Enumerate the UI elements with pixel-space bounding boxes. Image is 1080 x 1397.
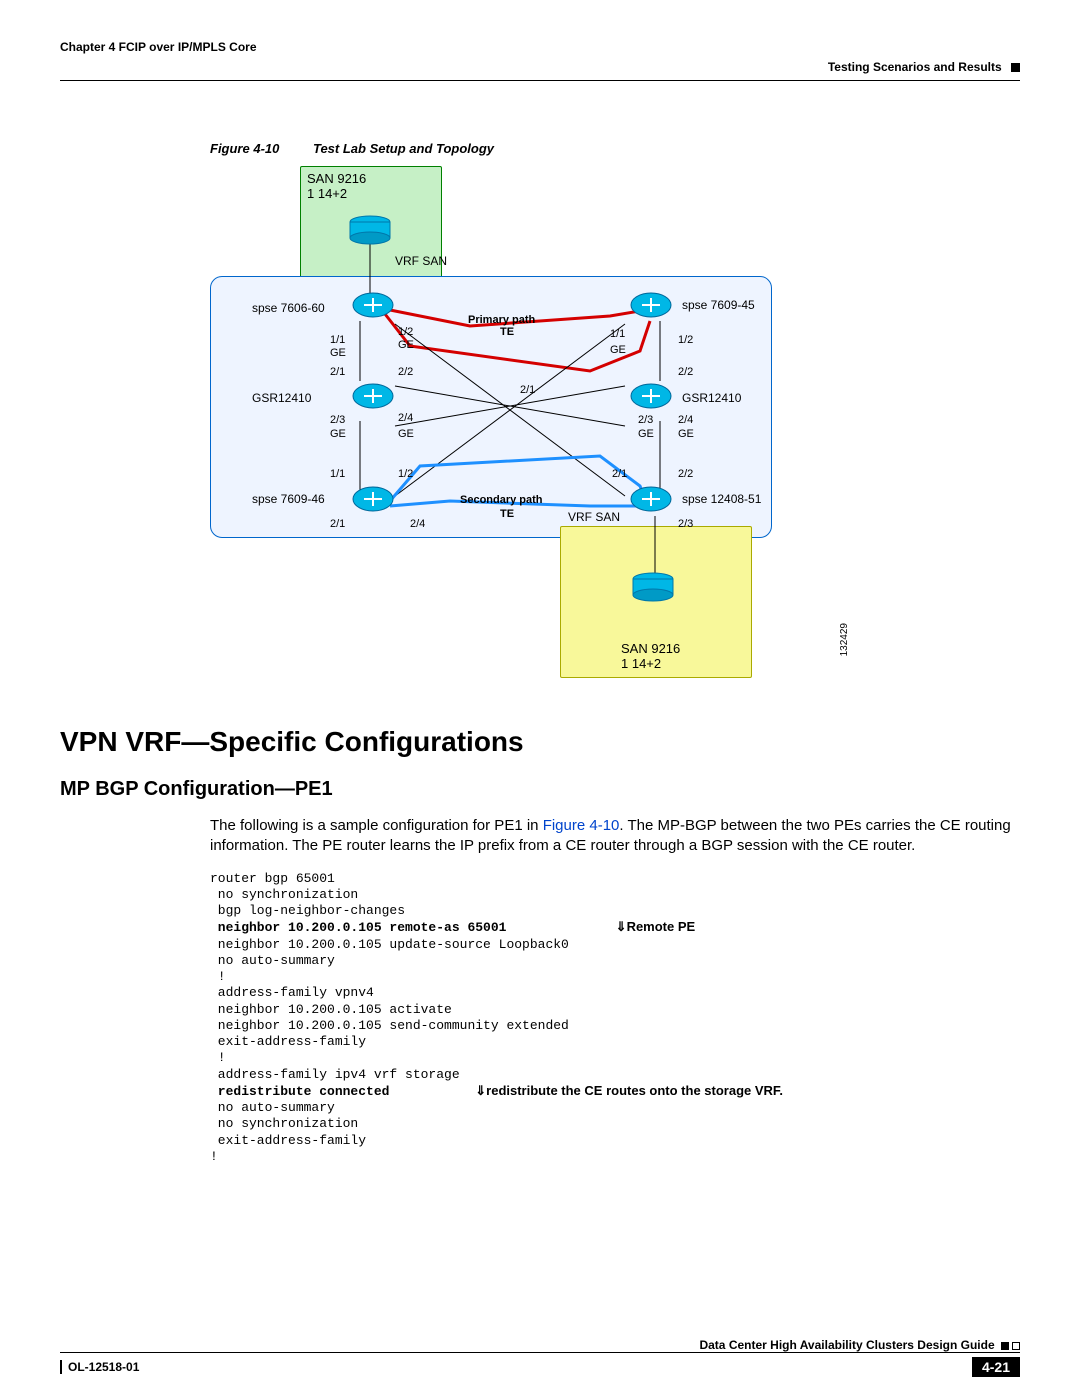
port-label: 2/3 [330, 414, 345, 426]
port-label: 2/2 [398, 366, 413, 378]
vrf-san-bottom-label: VRF SAN [568, 510, 620, 524]
ge-label: GE [398, 339, 414, 351]
vrf-san-top-label: VRF SAN [395, 254, 447, 268]
page-number: 4-21 [972, 1357, 1020, 1377]
port-label: 2/1 [520, 384, 535, 396]
page-footer: Data Center High Availability Clusters D… [60, 1338, 1020, 1377]
port-label: 2/1 [330, 518, 345, 530]
topology-diagram: SAN 9216 1 14+2 SAN 9216 1 14+2 [210, 166, 830, 686]
node-label: spse 7606-60 [252, 301, 325, 315]
port-label: 2/4 [398, 412, 413, 424]
secondary-path-label: Secondary path [460, 494, 543, 506]
node-label: spse 7609-46 [252, 492, 325, 506]
port-label: 2/3 [678, 518, 693, 530]
image-id-label: 132429 [839, 623, 850, 656]
router-icon [628, 290, 674, 320]
ge-label: GE [330, 428, 346, 440]
port-label: 1/2 [398, 326, 413, 338]
port-label: 2/4 [410, 518, 425, 530]
primary-path-label: Primary path [468, 314, 535, 326]
port-label: 1/2 [678, 334, 693, 346]
header-marker-icon [1011, 63, 1020, 72]
router-icon [350, 290, 396, 320]
port-label: 1/1 [610, 328, 625, 340]
port-label: 2/3 [638, 414, 653, 426]
router-icon [628, 484, 674, 514]
port-label: 2/1 [612, 468, 627, 480]
header-rule [60, 80, 1020, 81]
footer-marker-icon [1001, 1342, 1009, 1350]
ge-label: GE [398, 428, 414, 440]
subsection-heading: MP BGP Configuration—PE1 [60, 778, 1020, 801]
san-top-label: SAN 9216 1 14+2 [307, 171, 366, 201]
router-icon [628, 381, 674, 411]
node-label: GSR12410 [252, 391, 311, 405]
config-block: router bgp 65001 no synchronization bgp … [210, 871, 1020, 1166]
san-bottom-label: SAN 9216 1 14+2 [621, 641, 680, 671]
footer-marker-icon [1012, 1342, 1020, 1350]
router-icon [350, 381, 396, 411]
port-label: 2/1 [330, 366, 345, 378]
port-label: 1/1 [330, 334, 345, 346]
ge-label: GE [678, 428, 694, 440]
router-icon [350, 484, 396, 514]
doc-id: OL-12518-01 [60, 1360, 139, 1374]
section-title: Testing Scenarios and Results [828, 60, 1002, 74]
ge-label: GE [610, 344, 626, 356]
san-disk-icon [630, 571, 676, 603]
figure-link[interactable]: Figure 4-10 [543, 817, 620, 834]
port-label: 2/4 [678, 414, 693, 426]
te-label: TE [500, 326, 514, 338]
port-label: 2/2 [678, 366, 693, 378]
figure-label: Figure 4-10 [210, 141, 279, 156]
paragraph: The following is a sample configuration … [210, 816, 1020, 857]
figure-title: Test Lab Setup and Topology [313, 141, 494, 156]
paragraph-pre: The following is a sample configuration … [210, 817, 543, 834]
chapter-title: Chapter 4 FCIP over IP/MPLS Core [60, 40, 257, 54]
port-label: 2/2 [678, 468, 693, 480]
node-label: spse 12408-51 [682, 492, 761, 506]
ge-label: GE [638, 428, 654, 440]
node-label: spse 7609-45 [682, 298, 755, 312]
figure-caption: Figure 4-10 Test Lab Setup and Topology [210, 141, 1020, 156]
te-label: TE [500, 508, 514, 520]
port-label: 1/1 [330, 468, 345, 480]
san-disk-icon [347, 214, 393, 246]
port-label: 1/2 [398, 468, 413, 480]
guide-title: Data Center High Availability Clusters D… [699, 1338, 994, 1352]
section-heading: VPN VRF—Specific Configurations [60, 726, 1020, 758]
node-label: GSR12410 [682, 391, 741, 405]
ge-label: GE [330, 347, 346, 359]
